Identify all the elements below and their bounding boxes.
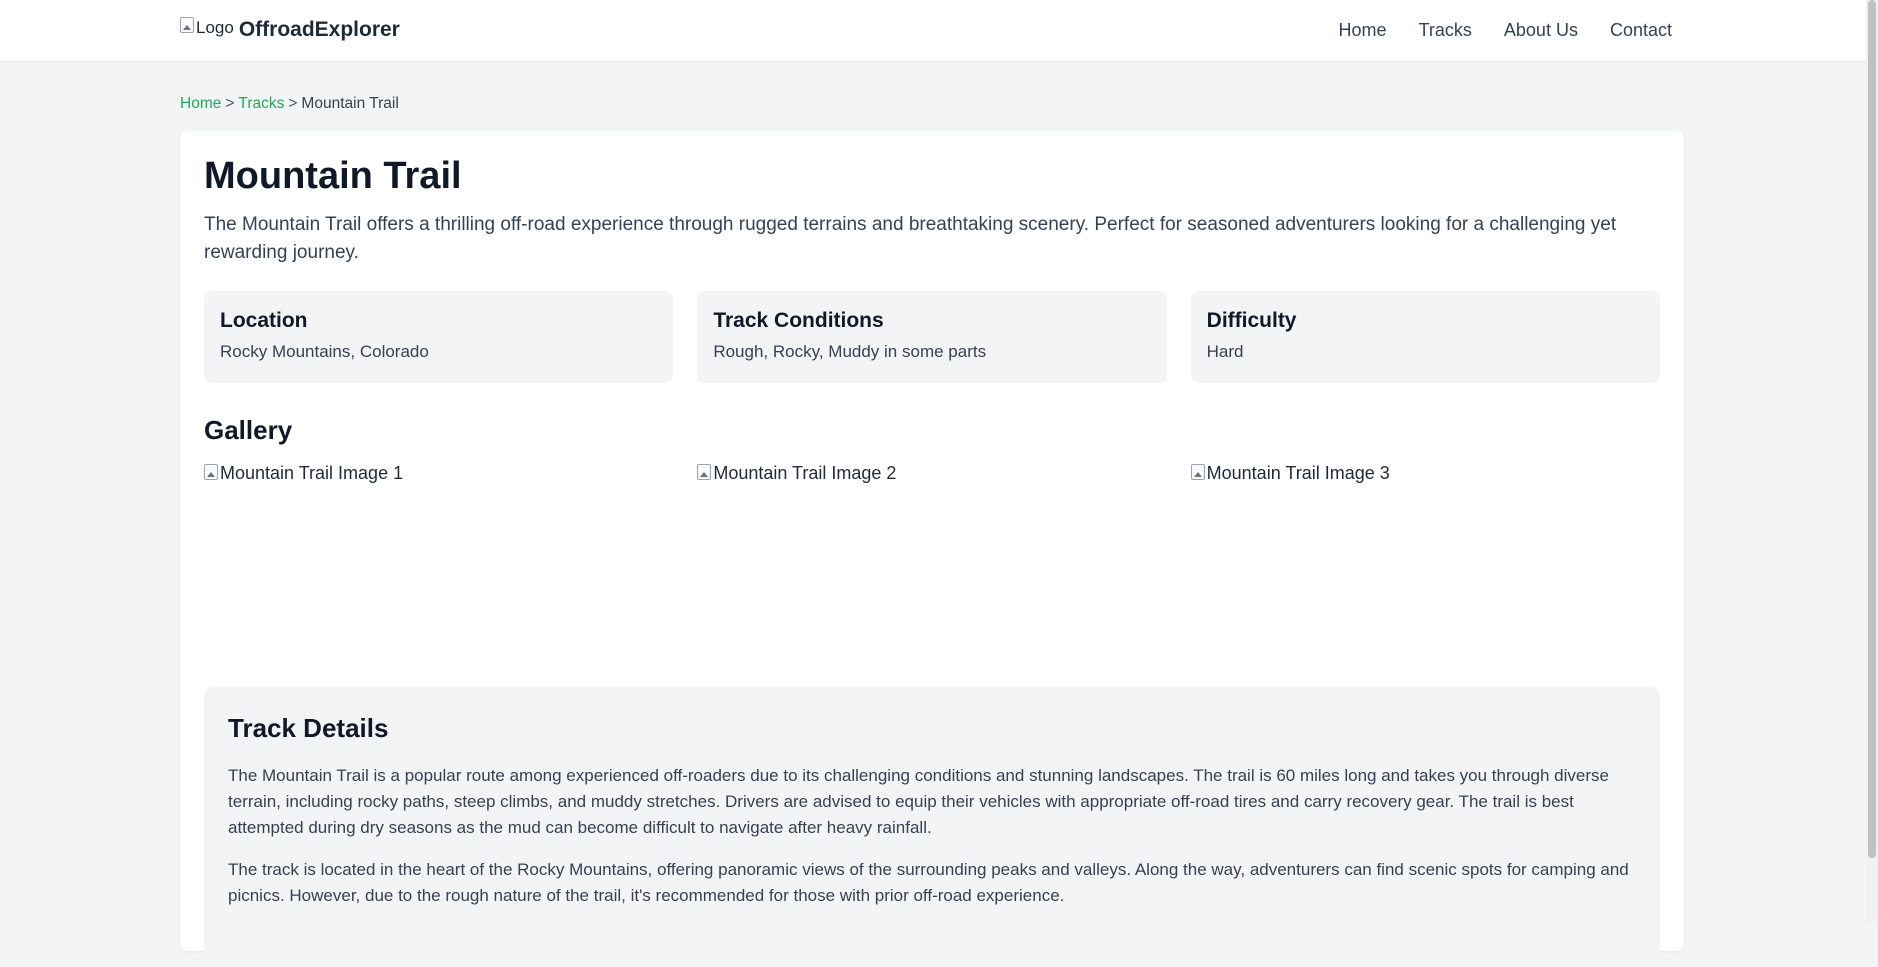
gallery: Mountain Trail Image 1 Mountain Trail Im… xyxy=(204,462,1660,662)
image-placeholder: Mountain Trail Image 2 xyxy=(697,462,896,484)
nav-home-link[interactable]: Home xyxy=(1339,19,1387,41)
info-value: Rough, Rocky, Muddy in some parts xyxy=(713,342,987,361)
gallery-image-1[interactable]: Mountain Trail Image 1 xyxy=(204,462,673,662)
gallery-heading: Gallery xyxy=(204,415,293,445)
image-alt-text: Mountain Trail Image 2 xyxy=(713,463,897,483)
gallery-image-3[interactable]: Mountain Trail Image 3 xyxy=(1190,462,1660,662)
brand-name: OffroadExplorer xyxy=(238,18,400,41)
breadcrumb-separator: > xyxy=(225,95,235,112)
broken-image-icon xyxy=(1190,464,1205,480)
nav-contact-link[interactable]: Contact xyxy=(1610,19,1672,41)
broken-image-icon xyxy=(204,464,218,480)
details-heading: Track Details xyxy=(228,713,389,743)
broken-image-icon xyxy=(697,464,712,480)
gallery-image-2[interactable]: Mountain Trail Image 2 xyxy=(697,462,1166,662)
breadcrumb-separator: > xyxy=(288,95,298,112)
breadcrumb-tracks-link[interactable]: Tracks xyxy=(238,95,284,112)
track-intro: The Mountain Trail offers a thrilling of… xyxy=(204,214,1617,263)
info-box-conditions: Track Conditions Rough, Rocky, Muddy in … xyxy=(697,291,1167,383)
breadcrumb-current: Mountain Trail xyxy=(301,95,399,112)
info-title: Location xyxy=(220,309,308,332)
breadcrumb: Home > Tracks > Mountain Trail xyxy=(180,94,399,114)
broken-image-icon xyxy=(180,17,194,33)
image-alt-text: Mountain Trail Image 1 xyxy=(220,463,404,483)
details-paragraph: The Mountain Trail is a popular route am… xyxy=(228,766,1609,837)
info-box-difficulty: Difficulty Hard xyxy=(1190,291,1660,383)
main-nav: Home Tracks About Us Contact xyxy=(1339,19,1672,41)
image-placeholder: Mountain Trail Image 1 xyxy=(204,462,403,484)
details-paragraph: The track is located in the heart of the… xyxy=(228,860,1629,905)
image-placeholder: Mountain Trail Image 3 xyxy=(1190,462,1390,484)
nav-about-link[interactable]: About Us xyxy=(1504,19,1578,41)
info-title: Track Conditions xyxy=(713,309,884,332)
nav-tracks-link[interactable]: Tracks xyxy=(1419,19,1472,41)
page-scrollbar[interactable] xyxy=(1866,0,1878,925)
info-value: Rocky Mountains, Colorado xyxy=(220,342,429,361)
info-value: Hard xyxy=(1206,342,1244,361)
image-alt-text: Mountain Trail Image 3 xyxy=(1206,463,1390,483)
scrollbar-thumb[interactable] xyxy=(1868,0,1876,858)
breadcrumb-home-link[interactable]: Home xyxy=(180,95,221,112)
info-row: Location Rocky Mountains, Colorado Track… xyxy=(204,291,1660,383)
brand[interactable]: Logo OffroadExplorer xyxy=(180,14,400,46)
logo-image: Logo xyxy=(180,15,234,38)
logo-alt-text: Logo xyxy=(196,18,234,37)
info-box-location: Location Rocky Mountains, Colorado xyxy=(204,291,674,383)
info-title: Difficulty xyxy=(1206,309,1297,332)
page-title: Mountain Trail xyxy=(204,155,462,197)
top-navbar: Logo OffroadExplorer Home Tracks About U… xyxy=(0,0,1866,62)
track-details: Track Details The Mountain Trail is a po… xyxy=(204,687,1660,967)
track-card: Mountain Trail The Mountain Trail offers… xyxy=(180,131,1684,967)
